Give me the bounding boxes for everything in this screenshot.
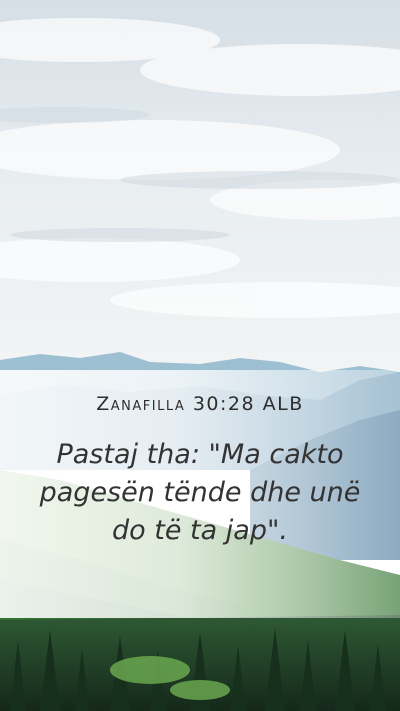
verse-text: Pastaj tha: "Ma cakto pagesën tënde dhe … xyxy=(39,439,361,546)
verse-reference: Zanafilla 30:28 ALB xyxy=(96,393,304,415)
